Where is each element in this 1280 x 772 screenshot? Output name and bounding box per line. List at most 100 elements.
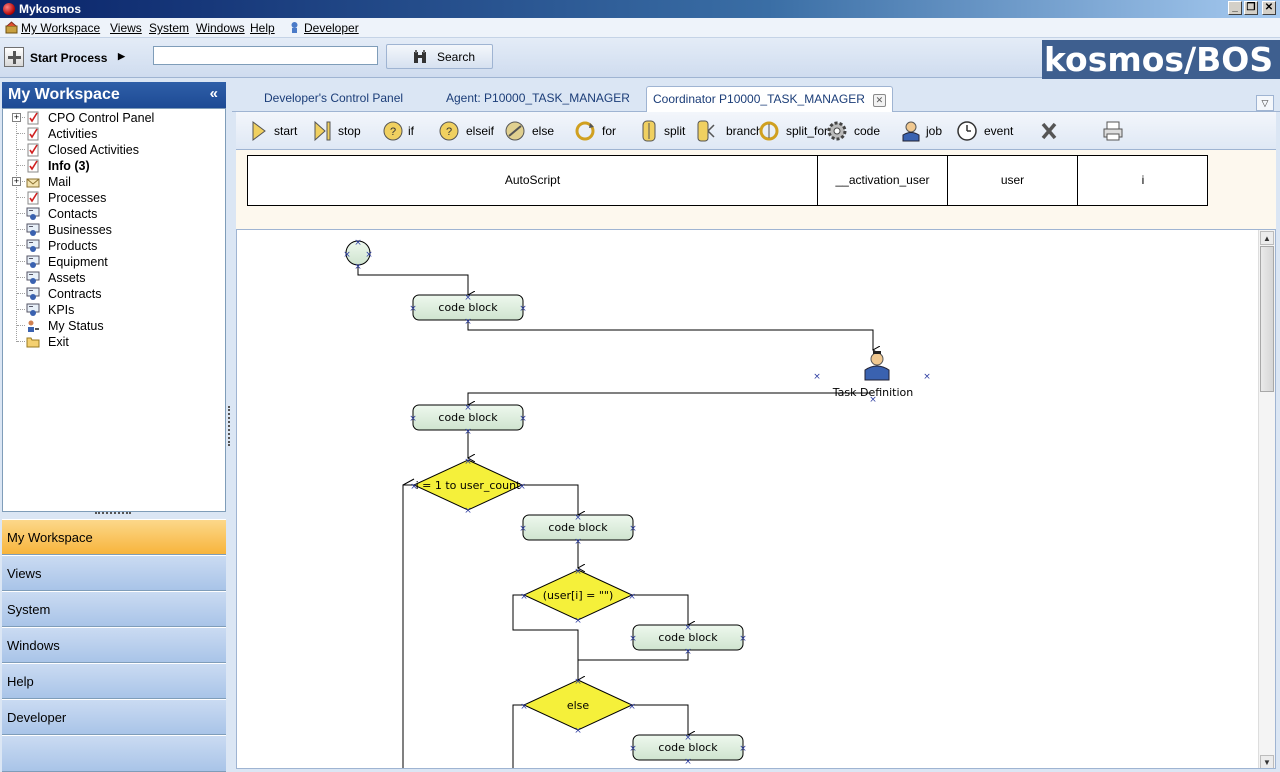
tree-connector (17, 197, 25, 198)
sidebar-item-processes[interactable]: Processes (3, 190, 225, 206)
palette-label: else (532, 124, 555, 138)
if-diamond[interactable]: (user[i] = "") (522, 569, 634, 621)
tab-agent[interactable]: Agent: P10000_TASK_MANAGER (446, 91, 630, 105)
sidebar-item-contacts[interactable]: Contacts (3, 206, 225, 222)
folder-icon (26, 335, 40, 349)
nav-system[interactable]: System (2, 591, 226, 627)
delete-icon (1041, 122, 1057, 140)
sidebar-item-my-status[interactable]: My Status (3, 318, 225, 334)
svg-text:×: × (464, 506, 472, 516)
checklist-icon (26, 159, 40, 173)
sidebar-item-closed-activities[interactable]: Closed Activities (3, 142, 225, 158)
variables-row: AutoScript __activation_user user i (247, 155, 1208, 206)
sidebar-item-label: Processes (48, 191, 107, 205)
sidebar-item-businesses[interactable]: Businesses (3, 222, 225, 238)
menu-developer[interactable]: Developer (288, 21, 359, 35)
nav-my-workspace[interactable]: My Workspace (2, 519, 226, 555)
svg-text:×: × (574, 537, 582, 547)
svg-text:×: × (574, 567, 582, 577)
checklist-icon (26, 127, 40, 141)
sidebar-title: My Workspace (8, 86, 120, 103)
svg-text:×: × (354, 238, 362, 248)
split-icon (642, 120, 656, 142)
nav-developer[interactable]: Developer (2, 699, 226, 735)
nav-views[interactable]: Views (2, 555, 226, 591)
nav-help[interactable]: Help (2, 663, 226, 699)
tree-connector (17, 293, 25, 294)
nav-label: System (7, 602, 51, 617)
menu-help[interactable]: Help (250, 21, 275, 35)
variable-cell[interactable]: AutoScript (248, 156, 818, 205)
resize-grip[interactable] (95, 512, 131, 516)
sidebar-item-assets[interactable]: Assets (3, 270, 225, 286)
close-tab-icon[interactable]: ✕ (872, 94, 886, 107)
svg-text:×: × (464, 403, 472, 413)
scroll-thumb[interactable] (1260, 246, 1274, 392)
variable-cell[interactable]: __activation_user (818, 156, 948, 205)
expand-icon[interactable]: + (12, 177, 21, 186)
start-icon (252, 121, 266, 141)
vertical-scrollbar[interactable]: ▲ ▼ (1258, 230, 1275, 768)
card-icon (26, 271, 40, 285)
sidebar-item-products[interactable]: Products (3, 238, 225, 254)
tab-list-chevron-icon[interactable]: ▽ (1256, 95, 1274, 111)
svg-text:×: × (739, 634, 747, 644)
variable-cell[interactable]: i (1078, 156, 1208, 205)
palette-label: if (408, 124, 414, 138)
sidebar-item-cpo-control-panel[interactable]: + CPO Control Panel (3, 110, 225, 126)
search-button[interactable]: Search (386, 44, 493, 69)
collapse-icon[interactable]: « (210, 85, 218, 102)
minimize-button[interactable]: _ (1228, 1, 1242, 15)
sidebar-item-exit[interactable]: Exit (3, 334, 225, 350)
sidebar-item-contracts[interactable]: Contracts (3, 286, 225, 302)
app-icon (3, 3, 15, 15)
palette-label: event (984, 124, 1014, 138)
sidebar-item-label: Equipment (48, 255, 108, 269)
menu-windows[interactable]: Windows (196, 21, 245, 35)
restore-button[interactable]: ❐ (1244, 1, 1258, 15)
svg-text:×: × (518, 482, 526, 492)
tab-coordinator[interactable]: Coordinator P10000_TASK_MANAGER ✕ (646, 86, 893, 112)
tree-connector (17, 309, 25, 310)
scroll-up-icon[interactable]: ▲ (1260, 231, 1274, 245)
close-window-button[interactable]: ✕ (1262, 1, 1276, 15)
sidebar-item-label: Contracts (48, 287, 102, 301)
sidebar-item-info-3[interactable]: Info (3) (3, 158, 225, 174)
menu-views[interactable]: Views (110, 21, 142, 35)
sidebar-item-kpis[interactable]: KPIs (3, 302, 225, 318)
flow-canvas[interactable]: code block code block code block code bl… (236, 229, 1276, 769)
expand-icon[interactable]: + (12, 113, 21, 122)
tab-developers-control-panel[interactable]: Developer's Control Panel (264, 91, 403, 105)
checklist-icon (26, 111, 40, 125)
tree-connector (17, 149, 25, 150)
svg-text:×: × (343, 250, 351, 260)
person-icon (902, 121, 920, 142)
elseif-icon: ? (439, 121, 459, 141)
sidebar-item-mail[interactable]: + Mail (3, 174, 225, 190)
search-input[interactable] (153, 46, 378, 65)
menu-system[interactable]: System (149, 21, 189, 35)
nav-windows[interactable]: Windows (2, 627, 226, 663)
nav-empty (2, 735, 226, 772)
menu-my-workspace[interactable]: My Workspace (5, 21, 100, 35)
plus-icon (4, 47, 24, 67)
sidebar-item-label: Info (3) (48, 159, 90, 173)
mail-icon (26, 175, 40, 189)
svg-text:×: × (520, 592, 528, 602)
scroll-down-icon[interactable]: ▼ (1260, 755, 1274, 768)
else-diamond[interactable]: else (522, 679, 634, 731)
variable-cell[interactable]: user (948, 156, 1078, 205)
sidebar-header: My Workspace « (2, 82, 226, 108)
sidebar-item-label: Assets (48, 271, 86, 285)
palette-label: for (602, 124, 617, 138)
sidebar-item-label: Exit (48, 335, 69, 349)
tree-connector (17, 245, 25, 246)
for-loop-diamond[interactable]: i = 1 to user_count (412, 459, 524, 511)
task-definition-node[interactable]: Task Definition (832, 351, 914, 399)
sidebar-item-activities[interactable]: Activities (3, 126, 225, 142)
svg-text:×: × (628, 592, 636, 602)
sidebar-item-label: Businesses (48, 223, 112, 237)
split-for-icon (759, 121, 779, 141)
sidebar-item-equipment[interactable]: Equipment (3, 254, 225, 270)
developer-icon (291, 22, 298, 33)
